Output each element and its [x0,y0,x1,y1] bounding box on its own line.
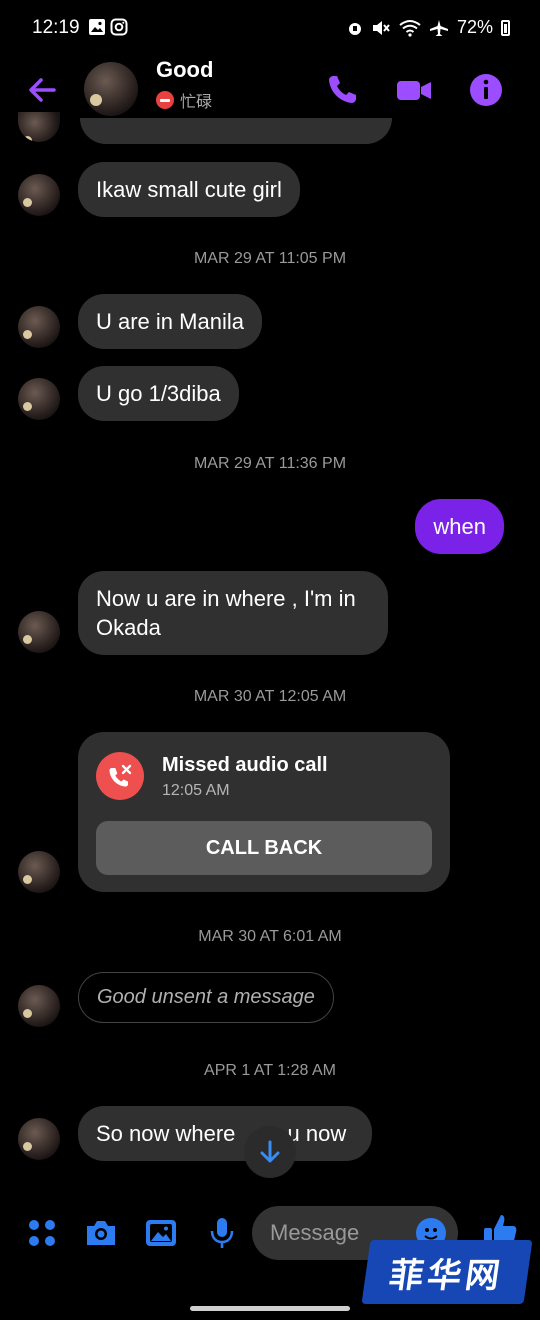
message-bubble[interactable]: Ikaw small cute girl [78,162,300,217]
message-bubble-partial[interactable] [80,118,392,144]
phone-call-icon[interactable] [324,72,360,108]
status-indicators: 72% [347,17,510,38]
timestamp: MAR 29 AT 11:05 PM [193,250,347,267]
message-input-placeholder: Message [270,1220,360,1245]
battery-percent: 72% [456,17,493,37]
contact-status: 忙碌 [156,88,212,112]
gallery-notification-icon [89,19,105,35]
sender-avatar [18,611,60,653]
mute-icon [372,20,390,35]
message-bubble[interactable]: So now where u now [78,1106,372,1161]
do-not-disturb-icon [156,91,174,109]
status-bar: 12:19 72% [0,0,540,60]
timestamp: MAR 30 AT 6:01 AM [198,928,342,945]
conversation-header: Good 忙碌 [0,57,540,122]
timestamp: APR 1 AT 1:28 AM [204,1062,336,1079]
gesture-nav-bar[interactable] [190,1306,350,1311]
more-actions-icon[interactable] [25,1216,59,1250]
status-time: 12:19 [32,17,80,38]
call-title: Missed audio call [162,754,328,776]
camera-icon[interactable] [84,1216,118,1250]
wifi-icon [399,19,421,37]
sender-avatar [18,851,60,893]
outgoing-message-bubble[interactable]: when [415,499,504,554]
sender-avatar [18,378,60,420]
message-text: So now where [96,1121,242,1146]
watermark-logo: 菲华网 [361,1240,533,1304]
instagram-notification-icon [110,18,128,36]
sender-avatar [18,306,60,348]
airplane-mode-icon [429,19,448,36]
sender-avatar [18,112,60,142]
sender-avatar [18,985,60,1027]
microphone-icon[interactable] [205,1216,239,1250]
sender-avatar [18,174,60,216]
missed-call-card: Missed audio call 12:05 AM CALL BACK [78,732,450,892]
timestamp: MAR 30 AT 12:05 AM [193,688,347,705]
arrow-down-icon [260,1140,280,1163]
timestamp: MAR 29 AT 11:36 PM [193,455,347,472]
message-bubble[interactable]: Now u are in where , I'm in Okada [78,571,388,655]
contact-name[interactable]: Good [156,57,213,83]
call-back-button[interactable]: CALL BACK [96,821,432,875]
unsent-message-notice: Good unsent a message [78,972,334,1023]
scroll-to-bottom-button[interactable] [244,1126,296,1178]
sender-avatar [18,1118,60,1160]
gallery-icon[interactable] [144,1216,178,1250]
alarm-icon [348,22,361,35]
missed-call-icon [96,752,144,800]
info-icon[interactable] [468,72,504,108]
message-bubble[interactable]: U are in Manila [78,294,262,349]
battery-icon [501,19,510,36]
back-arrow-icon[interactable] [24,72,60,108]
contact-avatar[interactable] [84,62,138,116]
video-call-icon[interactable] [396,72,432,108]
contact-status-label: 忙碌 [180,94,213,111]
call-time: 12:05 AM [162,782,230,799]
message-bubble[interactable]: U go 1/3diba [78,366,239,421]
watermark-text: 菲华网 [386,1257,507,1295]
